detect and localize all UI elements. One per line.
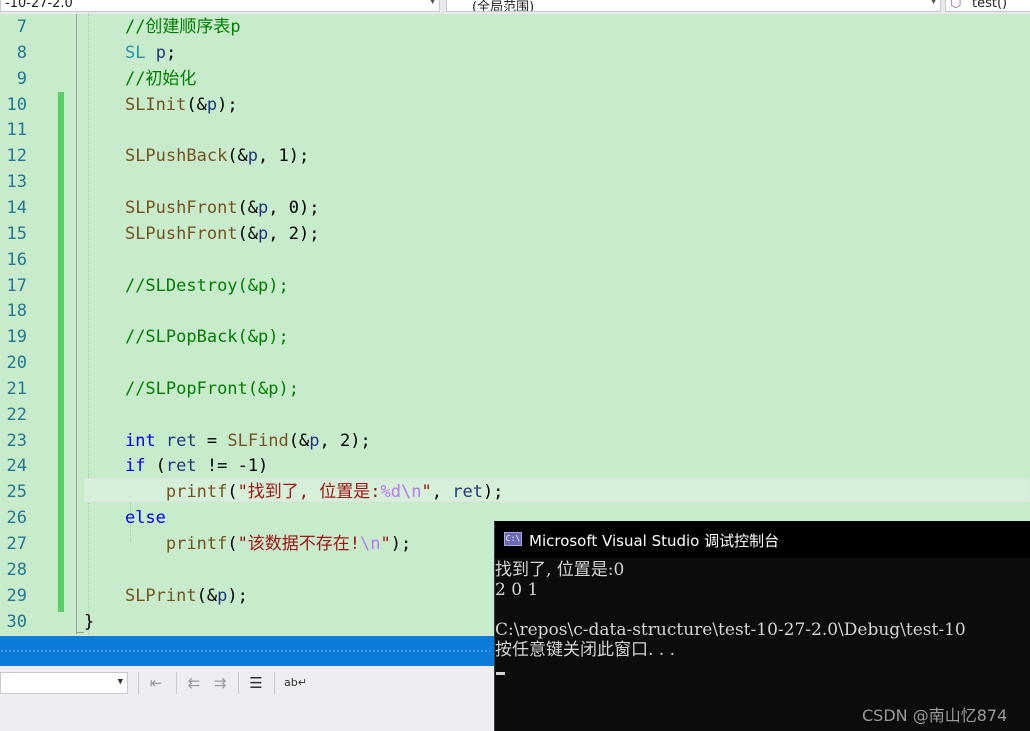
line-number: 22 bbox=[6, 404, 27, 425]
code-line[interactable]: 11 bbox=[0, 117, 1030, 143]
console-cursor bbox=[496, 672, 505, 675]
line-code[interactable]: SLPushBack(&p, 1); bbox=[84, 143, 309, 169]
line-code[interactable]: if (ret != -1) bbox=[84, 453, 268, 479]
code-line[interactable]: 16 bbox=[0, 247, 1030, 273]
line-code[interactable]: SL p; bbox=[84, 40, 176, 66]
code-line[interactable]: 23 int ret = SLFind(&p, 2); bbox=[0, 428, 1030, 454]
code-line[interactable]: 17 //SLDestroy(&p); bbox=[0, 273, 1030, 299]
line-number: 21 bbox=[6, 378, 27, 399]
line-code[interactable]: //SLDestroy(&p); bbox=[84, 273, 289, 299]
line-code[interactable]: else bbox=[84, 505, 166, 531]
code-line[interactable]: 21 //SLPopFront(&p); bbox=[0, 376, 1030, 402]
line-number: 16 bbox=[6, 249, 27, 270]
error-list-icon[interactable]: ☰ bbox=[246, 672, 266, 694]
toolbar-separator bbox=[238, 672, 239, 694]
line-number: 30 bbox=[6, 611, 27, 632]
chevron-down-icon: ▼ bbox=[930, 0, 937, 6]
line-number: 19 bbox=[6, 327, 27, 348]
line-code[interactable]: int ret = SLFind(&p, 2); bbox=[84, 428, 371, 454]
line-number: 14 bbox=[6, 197, 27, 218]
code-line[interactable]: 22 bbox=[0, 402, 1030, 428]
line-number: 18 bbox=[6, 301, 27, 322]
console-line: 按任意键关闭此窗口. . . bbox=[495, 640, 676, 660]
project-dropdown[interactable]: -10-27-2.0 ▼ bbox=[0, 0, 440, 12]
code-line[interactable]: 8 SL p; bbox=[0, 40, 1030, 66]
code-line[interactable]: 18 bbox=[0, 298, 1030, 324]
line-code[interactable]: SLPushFront(&p, 2); bbox=[84, 221, 320, 247]
word-wrap-icon[interactable]: ab↵ bbox=[284, 672, 307, 694]
code-line[interactable]: 12 SLPushBack(&p, 1); bbox=[0, 143, 1030, 169]
line-code[interactable]: //创建顺序表p bbox=[84, 14, 241, 40]
method-icon: ⬡ bbox=[950, 0, 962, 11]
code-line[interactable]: 25 printf("找到了, 位置是:%d\n", ret); bbox=[0, 479, 1030, 505]
line-number: 26 bbox=[6, 508, 27, 529]
line-code[interactable]: } bbox=[84, 609, 94, 635]
console-line: 2 0 1 bbox=[495, 580, 539, 600]
debug-console-window[interactable]: C:\ Microsoft Visual Studio 调试控制台 找到了, 位… bbox=[494, 521, 1030, 731]
status-bar-pattern bbox=[0, 649, 490, 654]
console-app-icon: C:\ bbox=[504, 532, 522, 546]
line-code[interactable]: //SLPopFront(&p); bbox=[84, 376, 299, 402]
toolbar-separator bbox=[274, 672, 275, 694]
line-number: 28 bbox=[6, 559, 27, 580]
code-line[interactable]: 9 //初始化 bbox=[0, 66, 1030, 92]
line-number: 25 bbox=[6, 482, 27, 503]
chevron-down-icon: ▼ bbox=[429, 0, 436, 6]
output-source-select[interactable]: ▼ bbox=[0, 672, 128, 694]
line-number: 9 bbox=[16, 68, 27, 89]
console-title-bar[interactable]: C:\ Microsoft Visual Studio 调试控制台 bbox=[495, 521, 1030, 558]
line-number: 13 bbox=[6, 172, 27, 193]
chevron-down-icon: ▼ bbox=[117, 677, 123, 687]
line-number: 11 bbox=[6, 120, 27, 141]
line-number: 7 bbox=[16, 17, 27, 37]
line-number: 17 bbox=[6, 275, 27, 296]
line-number: 24 bbox=[6, 456, 27, 477]
line-code[interactable]: SLInit(&p); bbox=[84, 92, 238, 118]
line-number: 27 bbox=[6, 534, 27, 554]
line-code[interactable]: SLPrint(&p); bbox=[84, 583, 248, 609]
project-dropdown-value: -10-27-2.0 bbox=[5, 0, 73, 11]
code-line[interactable]: 15 SLPushFront(&p, 2); bbox=[0, 221, 1030, 247]
code-line[interactable]: 20 bbox=[0, 350, 1030, 376]
line-number: 20 bbox=[6, 353, 27, 374]
decrease-indent-icon[interactable]: ⇇ bbox=[184, 672, 204, 694]
line-number: 15 bbox=[6, 223, 27, 244]
console-title: Microsoft Visual Studio 调试控制台 bbox=[529, 532, 780, 550]
line-code[interactable]: //SLPopBack(&p); bbox=[84, 324, 289, 350]
code-line[interactable]: 13 bbox=[0, 169, 1030, 195]
increase-indent-icon[interactable]: ⇉ bbox=[210, 672, 230, 694]
line-code[interactable]: printf("找到了, 位置是:%d\n", ret); bbox=[84, 479, 504, 505]
line-code[interactable]: printf("该数据不存在!\n"); bbox=[84, 531, 411, 557]
console-line: C:\repos\c-data-structure\test-10-27-2.0… bbox=[495, 620, 966, 640]
outdent-icon[interactable]: ⇤ bbox=[146, 672, 166, 694]
watermark: CSDN @南山忆874 bbox=[862, 706, 1008, 725]
code-line[interactable]: 14 SLPushFront(&p, 0); bbox=[0, 195, 1030, 221]
toolbar-separator bbox=[138, 672, 139, 694]
line-number: 12 bbox=[6, 146, 27, 167]
console-line: 找到了, 位置是:0 bbox=[495, 560, 625, 580]
scope-dropdown-value: (全局范围) bbox=[472, 0, 535, 12]
code-line[interactable]: 24 if (ret != -1) bbox=[0, 453, 1030, 479]
line-number: 10 bbox=[6, 94, 27, 115]
line-number: 29 bbox=[6, 585, 27, 606]
code-line[interactable]: 10 SLInit(&p); bbox=[0, 92, 1030, 118]
navigation-bar: -10-27-2.0 ▼ (全局范围) ▼ ⬡ test() bbox=[0, 0, 1030, 15]
line-number: 23 bbox=[6, 430, 27, 451]
toolbar-separator bbox=[176, 672, 177, 694]
member-dropdown-value: test() bbox=[972, 0, 1008, 11]
member-dropdown[interactable]: ⬡ test() bbox=[945, 0, 1030, 12]
line-code[interactable]: SLPushFront(&p, 0); bbox=[84, 195, 320, 221]
code-line[interactable]: 19 //SLPopBack(&p); bbox=[0, 324, 1030, 350]
code-line[interactable]: 7 //创建顺序表p bbox=[0, 14, 1030, 40]
line-number: 8 bbox=[16, 42, 27, 63]
scope-dropdown[interactable]: (全局范围) ▼ bbox=[446, 0, 941, 12]
line-code[interactable]: //初始化 bbox=[84, 66, 196, 92]
